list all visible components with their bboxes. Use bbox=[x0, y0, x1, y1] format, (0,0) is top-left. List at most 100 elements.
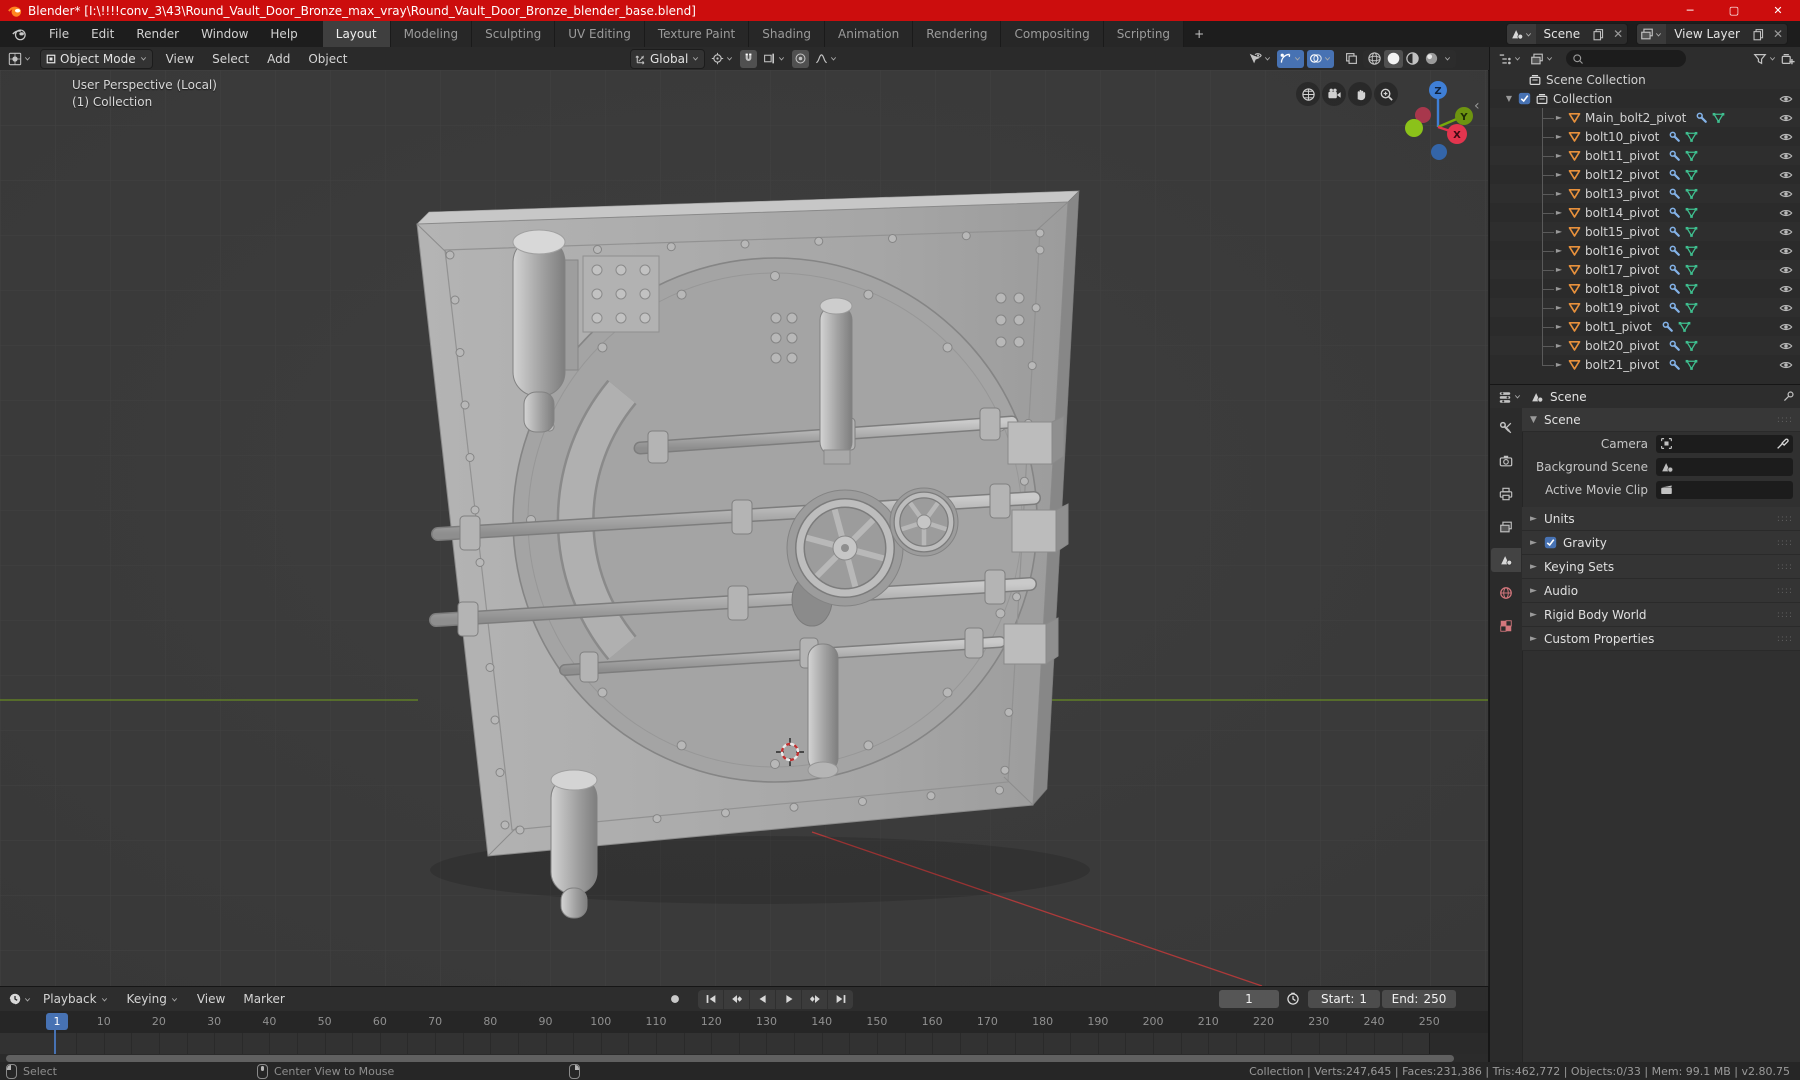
editor-type-timeline-icon[interactable] bbox=[6, 990, 34, 1008]
editor-type-outliner-icon[interactable] bbox=[1496, 50, 1524, 68]
start-frame-field[interactable]: Start: 1 bbox=[1308, 990, 1380, 1008]
outliner-row-bolt11-pivot[interactable]: ► bolt11_pivot bbox=[1490, 146, 1800, 165]
outliner-row-bolt10-pivot[interactable]: ► bolt10_pivot bbox=[1490, 127, 1800, 146]
scene-panel-header[interactable]: ▼ Scene :::: bbox=[1522, 408, 1800, 432]
scene-name[interactable]: Scene bbox=[1536, 27, 1589, 41]
object-label[interactable]: bolt20_pivot bbox=[1585, 339, 1659, 353]
xray-toggle[interactable] bbox=[1343, 50, 1360, 68]
eye-icon[interactable] bbox=[1779, 339, 1793, 353]
timeline-menu-playback[interactable]: Playback bbox=[34, 987, 118, 1011]
search-input[interactable] bbox=[1588, 51, 1672, 66]
viewport-3d[interactable]: User Perspective (Local) (1) Collection … bbox=[0, 70, 1488, 986]
expand-arrow-icon[interactable]: ► bbox=[1554, 246, 1564, 255]
pin-icon[interactable] bbox=[1782, 390, 1795, 403]
eye-icon[interactable] bbox=[1779, 244, 1793, 258]
overlays-toggle[interactable] bbox=[1307, 49, 1334, 68]
viewport-menu-view[interactable]: View bbox=[157, 47, 203, 70]
workspace-tab-shading[interactable]: Shading bbox=[749, 21, 825, 47]
panel-rigid-body-world[interactable]: ► Rigid Body World :::: bbox=[1522, 603, 1800, 627]
close-button[interactable]: ✕ bbox=[1756, 0, 1800, 21]
expand-arrow-icon[interactable]: ► bbox=[1554, 189, 1564, 198]
outliner-display-mode-dropdown[interactable] bbox=[1528, 50, 1556, 68]
navigation-gizmo[interactable]: Z Y X bbox=[1395, 75, 1487, 167]
jump-end-button[interactable] bbox=[828, 990, 853, 1009]
outliner-row-main-bolt2-pivot[interactable]: ► Main_bolt2_pivot bbox=[1490, 108, 1800, 127]
editor-type-properties-icon[interactable] bbox=[1496, 388, 1524, 406]
properties-tab-texture[interactable] bbox=[1491, 614, 1521, 638]
region-collapse-arrow[interactable]: ‹ bbox=[1474, 98, 1480, 114]
panel-custom-properties[interactable]: ► Custom Properties :::: bbox=[1522, 627, 1800, 651]
timeline-menu-marker[interactable]: Marker bbox=[234, 987, 293, 1011]
add-workspace-button[interactable]: + bbox=[1184, 21, 1214, 47]
object-label[interactable]: bolt21_pivot bbox=[1585, 358, 1659, 372]
pan-hand-icon[interactable] bbox=[1348, 82, 1372, 106]
panel-drag-dots-icon[interactable]: :::: bbox=[1777, 562, 1793, 572]
eye-icon[interactable] bbox=[1779, 263, 1793, 277]
properties-tab-tool[interactable] bbox=[1491, 416, 1521, 440]
end-frame-field[interactable]: End: 250 bbox=[1382, 990, 1456, 1008]
timeline-menu-keying[interactable]: Keying bbox=[118, 987, 188, 1011]
panel-drag-dots-icon[interactable]: :::: bbox=[1777, 634, 1793, 644]
properties-tab-render[interactable] bbox=[1491, 449, 1521, 473]
play-reverse-button[interactable] bbox=[750, 989, 776, 1009]
view-layer-new-copy-icon[interactable] bbox=[1748, 24, 1769, 44]
workspace-tab-layout[interactable]: Layout bbox=[322, 21, 391, 47]
prev-keyframe-button[interactable] bbox=[724, 989, 750, 1009]
proportional-editing-toggle[interactable] bbox=[792, 49, 810, 68]
filter-funnel-dropdown[interactable] bbox=[1751, 50, 1779, 68]
maximize-button[interactable]: ▢ bbox=[1712, 0, 1756, 21]
expand-arrow-icon[interactable]: ► bbox=[1554, 170, 1564, 179]
object-label[interactable]: bolt16_pivot bbox=[1585, 244, 1659, 258]
eye-icon[interactable] bbox=[1779, 282, 1793, 296]
selectability-dropdown[interactable] bbox=[1246, 50, 1274, 68]
pivot-point-dropdown[interactable] bbox=[709, 50, 736, 68]
editor-type-3dview-icon[interactable] bbox=[6, 50, 34, 68]
eye-icon[interactable] bbox=[1779, 92, 1793, 106]
timeline-track[interactable] bbox=[0, 1033, 1488, 1054]
expand-arrow-icon[interactable]: ► bbox=[1554, 360, 1564, 369]
expand-arrow-icon[interactable]: ► bbox=[1554, 265, 1564, 274]
workspace-tab-animation[interactable]: Animation bbox=[825, 21, 914, 47]
scene-unlink-icon[interactable]: ✕ bbox=[1609, 24, 1627, 44]
menu-render[interactable]: Render bbox=[125, 21, 190, 47]
gravity-checkbox[interactable] bbox=[1544, 536, 1557, 549]
outliner-row-bolt16-pivot[interactable]: ► bolt16_pivot bbox=[1490, 241, 1800, 260]
transform-orientation-dropdown[interactable]: Global bbox=[630, 48, 706, 69]
active-movie-clip-field[interactable] bbox=[1656, 480, 1793, 499]
eye-icon[interactable] bbox=[1779, 168, 1793, 182]
menu-file[interactable]: File bbox=[38, 21, 80, 47]
panel-drag-dots-icon[interactable]: :::: bbox=[1777, 415, 1793, 425]
panel-keying-sets[interactable]: ► Keying Sets :::: bbox=[1522, 555, 1800, 579]
expand-arrow-icon[interactable]: ► bbox=[1554, 208, 1564, 217]
orthographic-grid-icon[interactable] bbox=[1296, 82, 1320, 106]
object-label[interactable]: bolt17_pivot bbox=[1585, 263, 1659, 277]
expand-arrow-icon[interactable]: ► bbox=[1554, 132, 1564, 141]
workspace-tab-uv-editing[interactable]: UV Editing bbox=[555, 21, 645, 47]
jump-start-button[interactable] bbox=[698, 989, 724, 1009]
eye-icon[interactable] bbox=[1779, 358, 1793, 372]
viewport-menu-add[interactable]: Add bbox=[258, 47, 299, 70]
panel-gravity[interactable]: ► Gravity :::: bbox=[1522, 531, 1800, 555]
collection-label[interactable]: Collection bbox=[1553, 92, 1612, 106]
panel-drag-dots-icon[interactable]: :::: bbox=[1777, 586, 1793, 596]
viewport-menu-select[interactable]: Select bbox=[203, 47, 258, 70]
expand-arrow-icon[interactable]: ► bbox=[1554, 227, 1564, 236]
outliner-row-bolt18-pivot[interactable]: ► bolt18_pivot bbox=[1490, 279, 1800, 298]
snap-target-dropdown[interactable] bbox=[761, 50, 788, 68]
shading-options-dropdown[interactable] bbox=[1441, 50, 1454, 68]
outliner-row-bolt21-pivot[interactable]: ► bolt21_pivot bbox=[1490, 355, 1800, 374]
outliner-row-collection[interactable]: ▼ Collection bbox=[1490, 89, 1800, 108]
eye-icon[interactable] bbox=[1779, 225, 1793, 239]
shading-rendered-icon[interactable] bbox=[1422, 50, 1441, 68]
timeline-ruler[interactable]: 10 20 30 40 50 60 70 80 90 100 110 120 130 140 150 160 1… bbox=[0, 1011, 1488, 1033]
object-label[interactable]: bolt15_pivot bbox=[1585, 225, 1659, 239]
properties-tab-view-layer[interactable] bbox=[1491, 515, 1521, 539]
menu-help[interactable]: Help bbox=[259, 21, 308, 47]
camera-field[interactable] bbox=[1656, 434, 1793, 453]
timeline-scrollbar-thumb[interactable] bbox=[6, 1055, 1454, 1062]
auto-keyframe-clock-icon[interactable] bbox=[1284, 990, 1302, 1008]
panel-drag-dots-icon[interactable]: :::: bbox=[1777, 514, 1793, 524]
snap-magnet-toggle[interactable] bbox=[740, 49, 758, 68]
outliner-row-bolt14-pivot[interactable]: ► bolt14_pivot bbox=[1490, 203, 1800, 222]
workspace-tab-sculpting[interactable]: Sculpting bbox=[472, 21, 556, 47]
